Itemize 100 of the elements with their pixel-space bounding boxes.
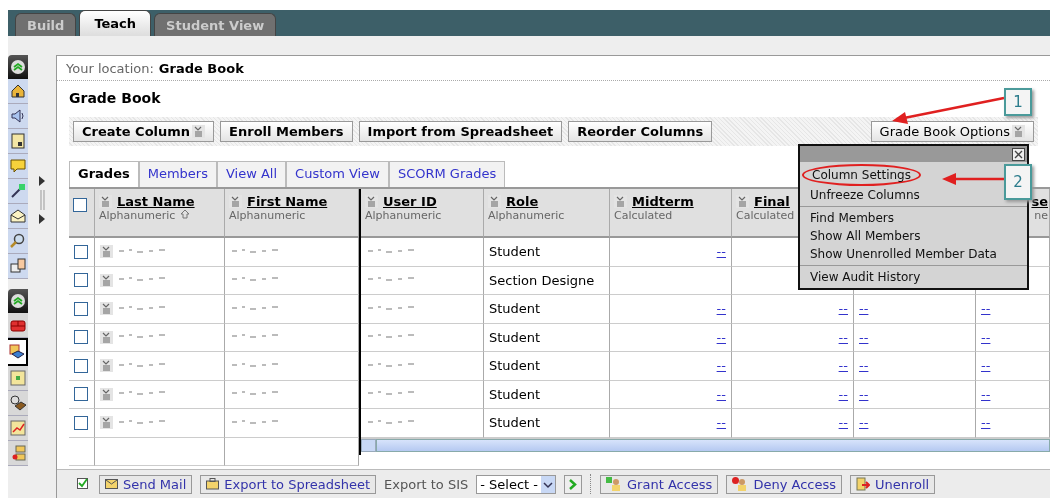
sort-ascending-icon xyxy=(180,209,191,219)
row-checkbox[interactable] xyxy=(74,330,88,345)
go-button[interactable] xyxy=(564,474,583,494)
grade-link[interactable]: -- xyxy=(716,358,726,374)
sort-icon[interactable] xyxy=(488,195,501,208)
view-tab[interactable]: View All xyxy=(216,161,287,187)
sort-icon[interactable] xyxy=(614,195,627,208)
grade-link[interactable]: -- xyxy=(716,301,726,317)
row-checkbox[interactable] xyxy=(74,358,88,373)
expand-icon[interactable] xyxy=(39,176,45,186)
grant-access-button[interactable]: Grant Access xyxy=(600,474,719,494)
unenroll-button[interactable]: Unenroll xyxy=(849,474,936,494)
grade-link[interactable]: -- xyxy=(716,244,726,260)
grade-link[interactable]: -- xyxy=(981,301,991,317)
select-all-checkbox[interactable] xyxy=(73,198,87,212)
expand-icon[interactable] xyxy=(39,214,45,224)
column-type: Alphanumeric xyxy=(488,209,565,222)
grade-link[interactable]: -- xyxy=(838,329,848,345)
row-checkbox[interactable] xyxy=(74,415,88,430)
send-mail-button[interactable]: Send Mail xyxy=(99,474,193,494)
sort-icon[interactable] xyxy=(100,273,113,287)
sort-icon[interactable] xyxy=(1012,125,1025,138)
splitter-handle[interactable] xyxy=(39,190,45,210)
row-checkbox[interactable] xyxy=(74,387,88,402)
collapse-button[interactable] xyxy=(8,289,28,313)
tool-button[interactable] xyxy=(8,229,28,254)
sort-icon[interactable] xyxy=(100,245,113,259)
sort-icon[interactable] xyxy=(192,125,206,138)
column-title[interactable]: Last Name xyxy=(117,194,195,209)
grade-link[interactable]: -- xyxy=(859,329,869,345)
toolbar-button[interactable]: Import from Spreadsheet xyxy=(358,121,563,142)
sis-select[interactable]: - Select - xyxy=(476,474,557,494)
menu-item[interactable]: Show Unenrolled Member Data xyxy=(800,245,1007,263)
table-cell: Student xyxy=(484,295,610,324)
sort-icon[interactable] xyxy=(99,195,112,208)
row-checkbox[interactable] xyxy=(74,301,88,316)
page-title: Grade Book xyxy=(69,90,161,105)
grade-link[interactable]: -- xyxy=(716,415,726,431)
tool-button[interactable] xyxy=(8,391,28,416)
column-type: Alphanumeric xyxy=(99,209,176,222)
menu-item[interactable]: Column Settings xyxy=(802,164,921,186)
close-icon[interactable] xyxy=(1012,147,1025,161)
view-tab[interactable]: Custom View xyxy=(286,161,389,187)
tab[interactable]: Teach xyxy=(79,10,152,36)
callout-number: 1 xyxy=(1004,88,1032,116)
column-title[interactable]: se xyxy=(1031,194,1048,209)
tool-button[interactable] xyxy=(8,204,28,229)
options-button[interactable]: Grade Book Options xyxy=(870,121,1034,142)
sort-icon[interactable] xyxy=(100,416,113,430)
tool-button[interactable] xyxy=(8,79,28,104)
grade-link[interactable]: -- xyxy=(981,415,991,431)
grade-link[interactable]: -- xyxy=(981,386,991,402)
column-title[interactable]: Midterm xyxy=(632,194,694,209)
grade-link[interactable]: -- xyxy=(838,386,848,402)
sort-icon[interactable] xyxy=(365,195,378,208)
tool-button[interactable] xyxy=(8,338,28,366)
column-header[interactable]: Role Alphanumeric xyxy=(484,189,610,238)
sort-icon[interactable] xyxy=(100,302,113,316)
deny-access-button[interactable]: Deny Access xyxy=(726,474,842,494)
column-header[interactable]: Midterm Calculated xyxy=(610,189,732,238)
tool-button[interactable] xyxy=(8,129,28,154)
grade-link[interactable]: -- xyxy=(981,329,991,345)
column-title[interactable]: First Name xyxy=(247,194,328,209)
grade-link[interactable]: -- xyxy=(838,358,848,374)
horizontal-scrollbar[interactable] xyxy=(361,438,1050,452)
sort-icon[interactable] xyxy=(100,387,113,401)
row-checkbox[interactable] xyxy=(74,244,88,259)
toolbar-button[interactable]: Create Column xyxy=(73,121,215,142)
column-type: Alphanumeric xyxy=(229,209,306,222)
grade-link[interactable]: -- xyxy=(859,301,869,317)
export-button[interactable]: Export to Spreadsheet xyxy=(200,474,377,494)
grade-link[interactable]: -- xyxy=(838,415,848,431)
export-sis-label: Export to SIS xyxy=(384,476,469,492)
column-title[interactable]: Final xyxy=(754,194,790,209)
row-checkbox[interactable] xyxy=(74,273,88,288)
sort-icon[interactable] xyxy=(229,195,242,208)
grade-link[interactable]: -- xyxy=(981,358,991,374)
collapse-button[interactable] xyxy=(8,55,28,79)
sort-icon[interactable] xyxy=(736,195,749,208)
column-header[interactable]: Last Name Alphanumeric xyxy=(95,189,225,238)
column-header[interactable]: User ID Alphanumeric xyxy=(361,189,484,238)
toolbar-button[interactable]: Reorder Columns xyxy=(568,121,713,142)
sort-icon[interactable] xyxy=(100,330,113,344)
grade-link[interactable]: -- xyxy=(838,301,848,317)
books-icon xyxy=(8,343,26,361)
view-tab[interactable]: Members xyxy=(138,161,217,187)
view-tab[interactable]: SCORM Grades xyxy=(388,161,506,187)
toolbar-button[interactable]: Enroll Members xyxy=(220,121,353,142)
sort-icon[interactable] xyxy=(100,359,113,373)
view-tab[interactable]: Grades xyxy=(69,161,139,187)
column-header[interactable]: First Name Alphanumeric xyxy=(225,189,359,238)
column-title[interactable]: User ID xyxy=(383,194,437,209)
grade-link[interactable]: -- xyxy=(716,386,726,402)
column-title[interactable]: Role xyxy=(506,194,539,209)
grade-link[interactable]: -- xyxy=(859,386,869,402)
grade-link[interactable]: -- xyxy=(859,358,869,374)
column-type: Alphanumeric xyxy=(365,209,442,222)
grade-link[interactable]: -- xyxy=(716,329,726,345)
grade-link[interactable]: -- xyxy=(859,415,869,431)
menu-item[interactable]: View Audit History xyxy=(800,268,931,286)
